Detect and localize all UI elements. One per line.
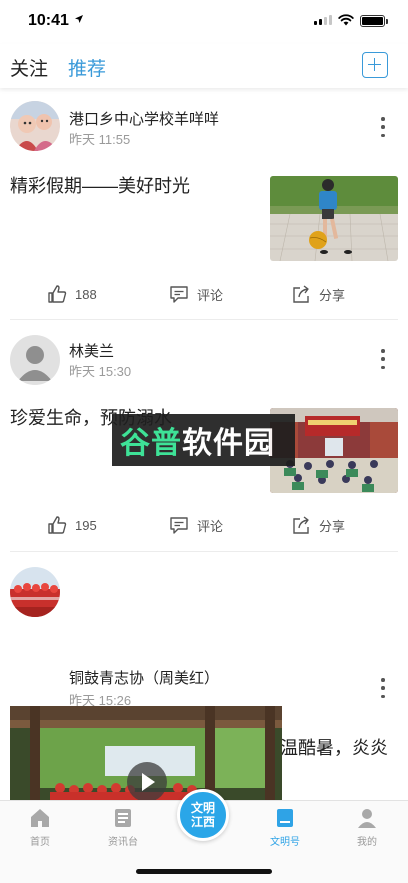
status-time: 10:41 (28, 12, 69, 29)
share-button[interactable]: 分享 (291, 284, 345, 304)
thumbs-up-icon (48, 516, 67, 534)
post-time: 昨天 11:55 (69, 132, 131, 147)
tab-recommend[interactable]: 推荐 (68, 54, 106, 81)
divider (10, 551, 398, 552)
author-name[interactable]: 铜鼓青志协（周美红） (69, 667, 219, 688)
avatar[interactable] (10, 335, 60, 385)
comment-label: 评论 (197, 518, 224, 534)
share-icon (293, 285, 309, 303)
post-thumbnail[interactable] (270, 176, 398, 261)
more-options-icon[interactable] (380, 678, 386, 698)
comment-icon (170, 517, 188, 534)
comment-icon (170, 286, 188, 303)
play-icon[interactable] (127, 762, 167, 802)
share-label: 分享 (319, 287, 346, 303)
tab-follow[interactable]: 关注 (10, 54, 48, 81)
like-button[interactable]: 195 (47, 515, 97, 535)
author-name[interactable]: 港口乡中心学校羊咩咩 (69, 108, 219, 129)
like-count: 188 (75, 286, 97, 302)
comment-label: 评论 (197, 287, 224, 303)
tab-mine[interactable]: 我的 (337, 807, 397, 848)
top-nav: 关注 推荐 (0, 44, 408, 88)
home-indicator (136, 869, 272, 874)
status-bar: 10:41 (0, 0, 408, 44)
avatar[interactable] (10, 101, 60, 151)
more-options-icon[interactable] (380, 349, 386, 369)
like-count: 195 (75, 517, 97, 533)
comment-button[interactable]: 评论 (169, 284, 223, 304)
comment-button[interactable]: 评论 (169, 515, 223, 535)
news-icon (115, 809, 131, 827)
avatar[interactable] (10, 567, 60, 617)
battery-icon (360, 15, 388, 27)
watermark-logo: 谷普 软件园 (112, 414, 295, 466)
share-button[interactable]: 分享 (291, 515, 345, 535)
wifi-icon (338, 14, 354, 26)
bookmark-icon (277, 809, 293, 827)
add-icon[interactable] (362, 52, 388, 78)
author-name[interactable]: 林美兰 (69, 340, 114, 361)
share-label: 分享 (319, 518, 346, 534)
like-button[interactable]: 188 (47, 284, 97, 304)
cellular-signal-icon (314, 15, 332, 25)
thumbs-up-icon (48, 285, 67, 303)
location-arrow-icon (75, 15, 83, 23)
divider (10, 319, 398, 320)
share-icon (293, 516, 309, 534)
tab-wenming[interactable]: 文明号 (255, 807, 315, 848)
post-video[interactable] (10, 706, 282, 804)
post-title[interactable]: 精彩假期——美好时光 (10, 171, 190, 202)
user-icon (358, 809, 376, 828)
more-options-icon[interactable] (380, 117, 386, 137)
tab-home[interactable]: 首页 (10, 807, 70, 848)
tab-news[interactable]: 资讯台 (93, 807, 153, 848)
home-icon (31, 809, 49, 827)
wenming-jiangxi-button[interactable]: 文明 江西 (177, 789, 229, 841)
post-time: 昨天 15:30 (69, 364, 132, 379)
